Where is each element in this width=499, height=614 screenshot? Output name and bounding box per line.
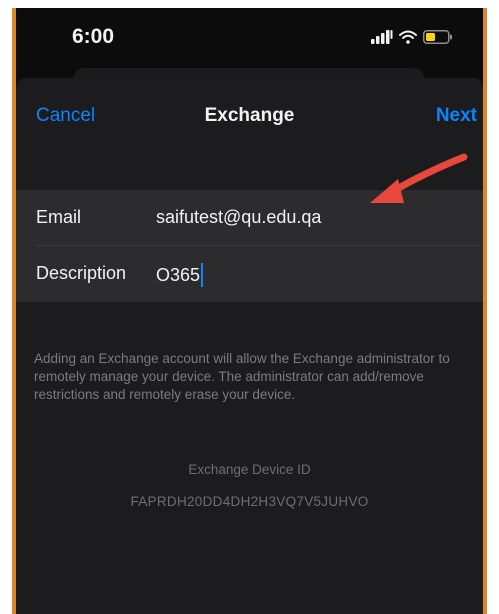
email-field[interactable]: saifutest@qu.edu.qa <box>156 207 321 228</box>
status-time: 6:00 <box>72 25 115 48</box>
top-edge-strip <box>0 0 499 8</box>
email-value: saifutest@qu.edu.qa <box>156 207 322 227</box>
status-icons <box>371 30 453 49</box>
device-id-label: Exchange Device ID <box>188 462 311 477</box>
battery-icon <box>423 30 453 49</box>
device-id-value: FAPRDH20DD4DH2H3VQ7V5JUHVO <box>130 494 369 509</box>
status-bar: 6:00 <box>16 8 483 60</box>
description-field[interactable]: O365 <box>156 263 204 287</box>
phone-screen: 6:00 Cancel Exchange Next Email saifutes… <box>16 8 483 614</box>
nav-bar: Cancel Exchange Next <box>16 78 483 148</box>
description-value: O365 <box>156 264 201 285</box>
exchange-sheet: Cancel Exchange Next Email saifutest@qu.… <box>16 78 483 614</box>
cellular-signal-icon <box>371 30 393 49</box>
text-cursor <box>201 263 204 287</box>
description-row[interactable]: Description O365 <box>16 246 483 302</box>
email-label: Email <box>36 207 82 227</box>
next-button[interactable]: Next <box>436 105 477 127</box>
description-label: Description <box>36 263 127 283</box>
exchange-disclaimer: Adding an Exchange account will allow th… <box>34 351 450 402</box>
wifi-icon <box>399 30 417 49</box>
cancel-button[interactable]: Cancel <box>36 105 95 127</box>
email-row[interactable]: Email saifutest@qu.edu.qa <box>16 190 483 246</box>
account-form: Email saifutest@qu.edu.qa Description O3… <box>16 190 483 302</box>
